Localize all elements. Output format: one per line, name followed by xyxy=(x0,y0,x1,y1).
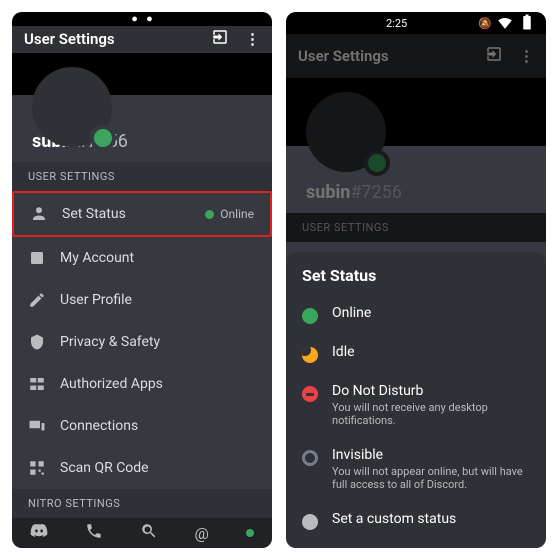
profile-banner xyxy=(12,53,272,95)
header: User Settings ⋮ xyxy=(12,26,272,53)
wifi-icon xyxy=(496,13,514,34)
status-icon xyxy=(30,205,48,223)
apps-icon xyxy=(28,375,46,393)
logout-icon xyxy=(485,45,503,67)
option-invisible[interactable]: Invisible You will not appear online, bu… xyxy=(286,437,546,501)
account-icon xyxy=(28,249,46,267)
row-authorized-apps[interactable]: Authorized Apps xyxy=(12,363,272,405)
invisible-icon xyxy=(302,450,318,466)
shield-icon xyxy=(28,333,46,351)
pencil-icon xyxy=(28,291,46,309)
option-idle[interactable]: Idle xyxy=(286,334,546,373)
sheet-title: Set Status xyxy=(302,266,530,285)
option-custom-status[interactable]: Set a custom status xyxy=(286,501,546,540)
nav-phone-icon[interactable] xyxy=(85,522,103,544)
section-header: USER SETTINGS xyxy=(12,162,272,191)
presence-dot xyxy=(90,125,116,151)
option-dnd[interactable]: Do Not Disturb You will not receive any … xyxy=(286,373,546,437)
logout-icon[interactable] xyxy=(211,28,229,50)
dnd-icon xyxy=(302,386,318,402)
settings-screen: ● ● User Settings ⋮ subin#7256 USER SETT… xyxy=(12,12,272,548)
nav-presence-dot[interactable] xyxy=(246,529,254,537)
bottom-nav: @ xyxy=(12,518,272,548)
devices-icon xyxy=(28,417,46,435)
online-dot-icon xyxy=(302,308,318,324)
emoji-icon xyxy=(302,514,318,530)
row-my-account[interactable]: My Account xyxy=(12,237,272,279)
row-user-profile[interactable]: User Profile xyxy=(12,279,272,321)
current-status: Online xyxy=(205,207,254,221)
section-header-nitro: NITRO SETTINGS xyxy=(12,489,272,518)
row-connections[interactable]: Connections xyxy=(12,405,272,447)
status-sheet-screen: 2:25 🔕 User Settings ⋮ subin#7256 USER S… xyxy=(286,12,546,548)
nav-search-icon[interactable] xyxy=(140,522,158,544)
clock: 2:25 xyxy=(386,17,407,30)
nav-discord-icon[interactable] xyxy=(30,522,48,544)
set-status-sheet: Set Status Online Idle Do Not Disturb Yo… xyxy=(286,252,546,548)
overflow-icon[interactable]: ⋮ xyxy=(245,30,260,48)
nav-mentions-icon[interactable]: @ xyxy=(195,524,209,543)
option-online[interactable]: Online xyxy=(286,295,546,334)
battery-icon xyxy=(518,13,536,34)
idle-moon-icon xyxy=(302,347,318,363)
row-scan-qr[interactable]: Scan QR Code xyxy=(12,447,272,489)
row-privacy[interactable]: Privacy & Safety xyxy=(12,321,272,363)
dnd-statusbar-icon: 🔕 xyxy=(478,17,492,30)
dimmed-background: User Settings ⋮ subin#7256 USER SETTINGS… xyxy=(286,34,546,284)
page-title: User Settings xyxy=(24,30,115,48)
row-set-status[interactable]: Set Status Online xyxy=(12,191,272,237)
android-statusbar: ● ● xyxy=(12,12,272,26)
qr-icon xyxy=(28,459,46,477)
android-statusbar: 2:25 🔕 xyxy=(286,12,546,34)
